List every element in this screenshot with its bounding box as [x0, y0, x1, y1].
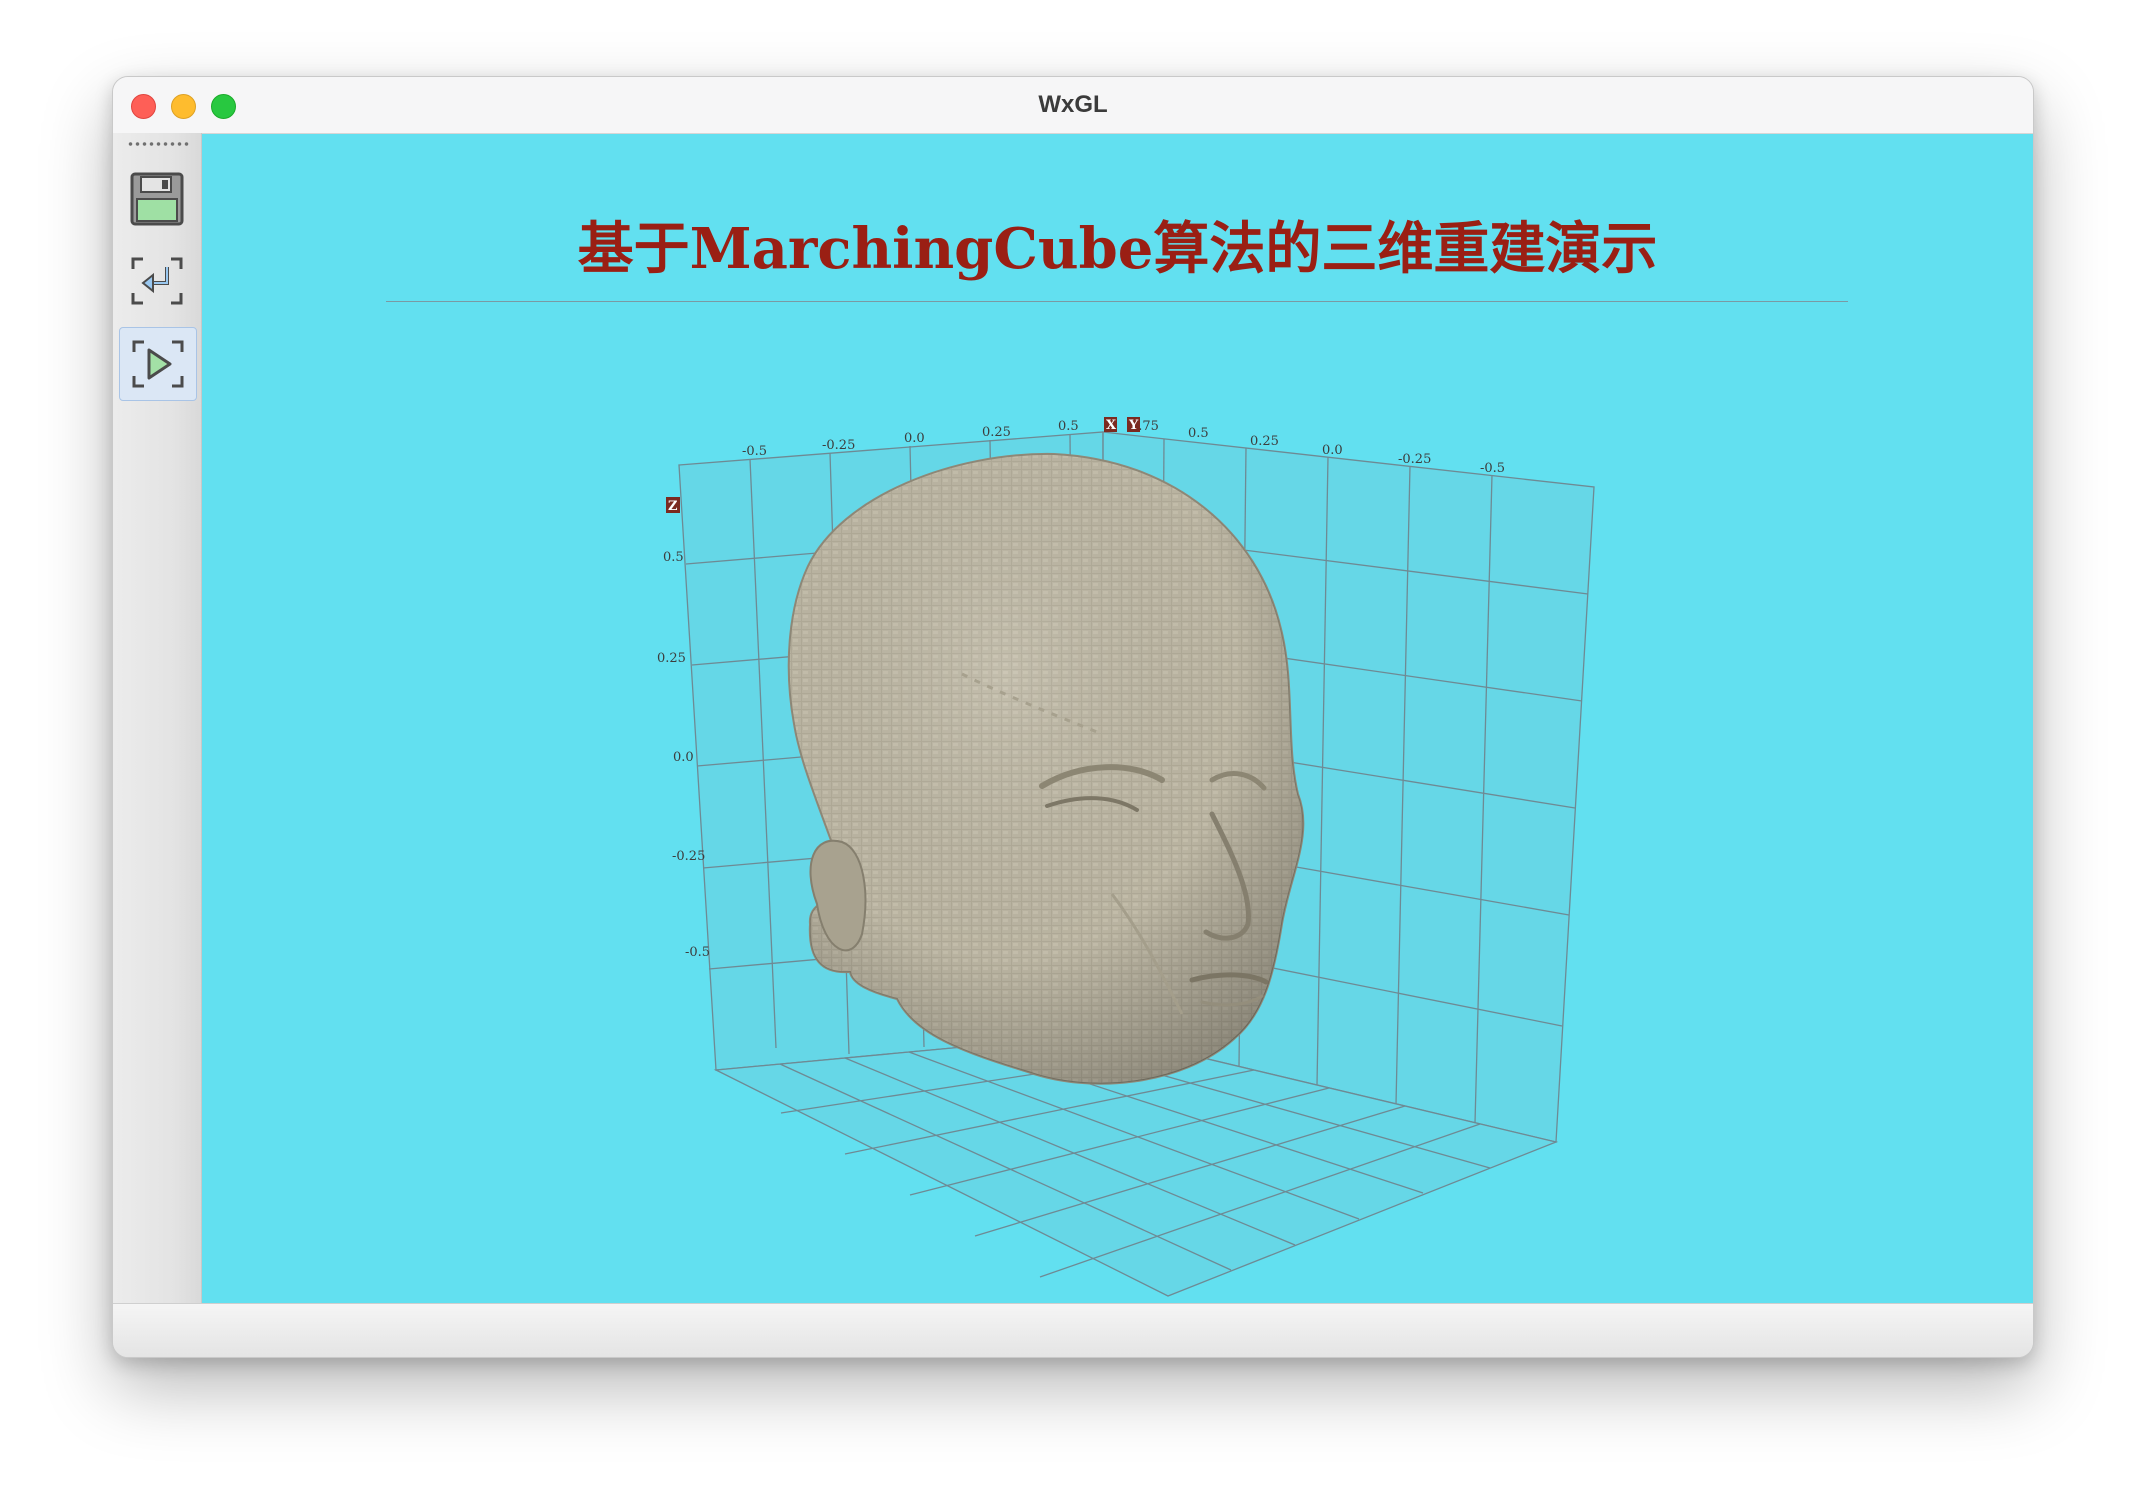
x-tick-label: 0.25 — [982, 425, 1011, 440]
y-axis-label: Y — [1128, 418, 1139, 433]
head-mesh[interactable] — [787, 452, 1305, 1085]
window-title: WxGL — [1038, 91, 1108, 118]
save-icon — [130, 172, 184, 226]
y-tick-label: -0.5 — [1480, 461, 1505, 476]
render-canvas[interactable]: 基于MarchingCube算法的三维重建演示 -0.5 -0.25 0.0 0… — [202, 134, 2033, 1303]
status-bar — [113, 1303, 2033, 1357]
toolbar-grip[interactable] — [127, 141, 189, 147]
x-tick-label: -0.5 — [742, 444, 767, 459]
y-tick-label: 0.0 — [1322, 443, 1343, 458]
z-tick-label: 0.25 — [657, 651, 686, 666]
z-tick-label: 0.0 — [673, 750, 694, 765]
play-button[interactable] — [119, 327, 197, 401]
x-tick-label: 0.0 — [904, 431, 925, 446]
x-tick-label: -0.25 — [822, 438, 855, 453]
z-tick-label: -0.5 — [685, 945, 710, 960]
play-icon — [132, 340, 184, 388]
x-tick-label: 0.5 — [1058, 419, 1079, 434]
3d-axes-plot[interactable]: -0.5 -0.25 0.0 0.25 0.5 0.75 0.5 0.25 0.… — [202, 134, 2033, 1303]
z-axis-label: Z — [668, 499, 678, 514]
y-tick-label: 0.5 — [1188, 426, 1209, 441]
app-window: WxGL 基于MarchingCube算法的三维重建演示 -0.5 -0.25 … — [112, 76, 2034, 1358]
restore-icon — [131, 257, 183, 305]
z-tick-label: -0.25 — [672, 849, 705, 864]
save-button[interactable] — [119, 163, 195, 235]
y-tick-label: 0.25 — [1250, 434, 1279, 449]
restore-view-button[interactable] — [119, 245, 195, 317]
x-axis-label: X — [1106, 418, 1117, 433]
z-tick-label: 0.5 — [663, 550, 684, 565]
y-tick-label: -0.25 — [1398, 452, 1431, 467]
title-bar[interactable]: WxGL — [113, 77, 2033, 134]
side-toolbar — [113, 133, 202, 1303]
